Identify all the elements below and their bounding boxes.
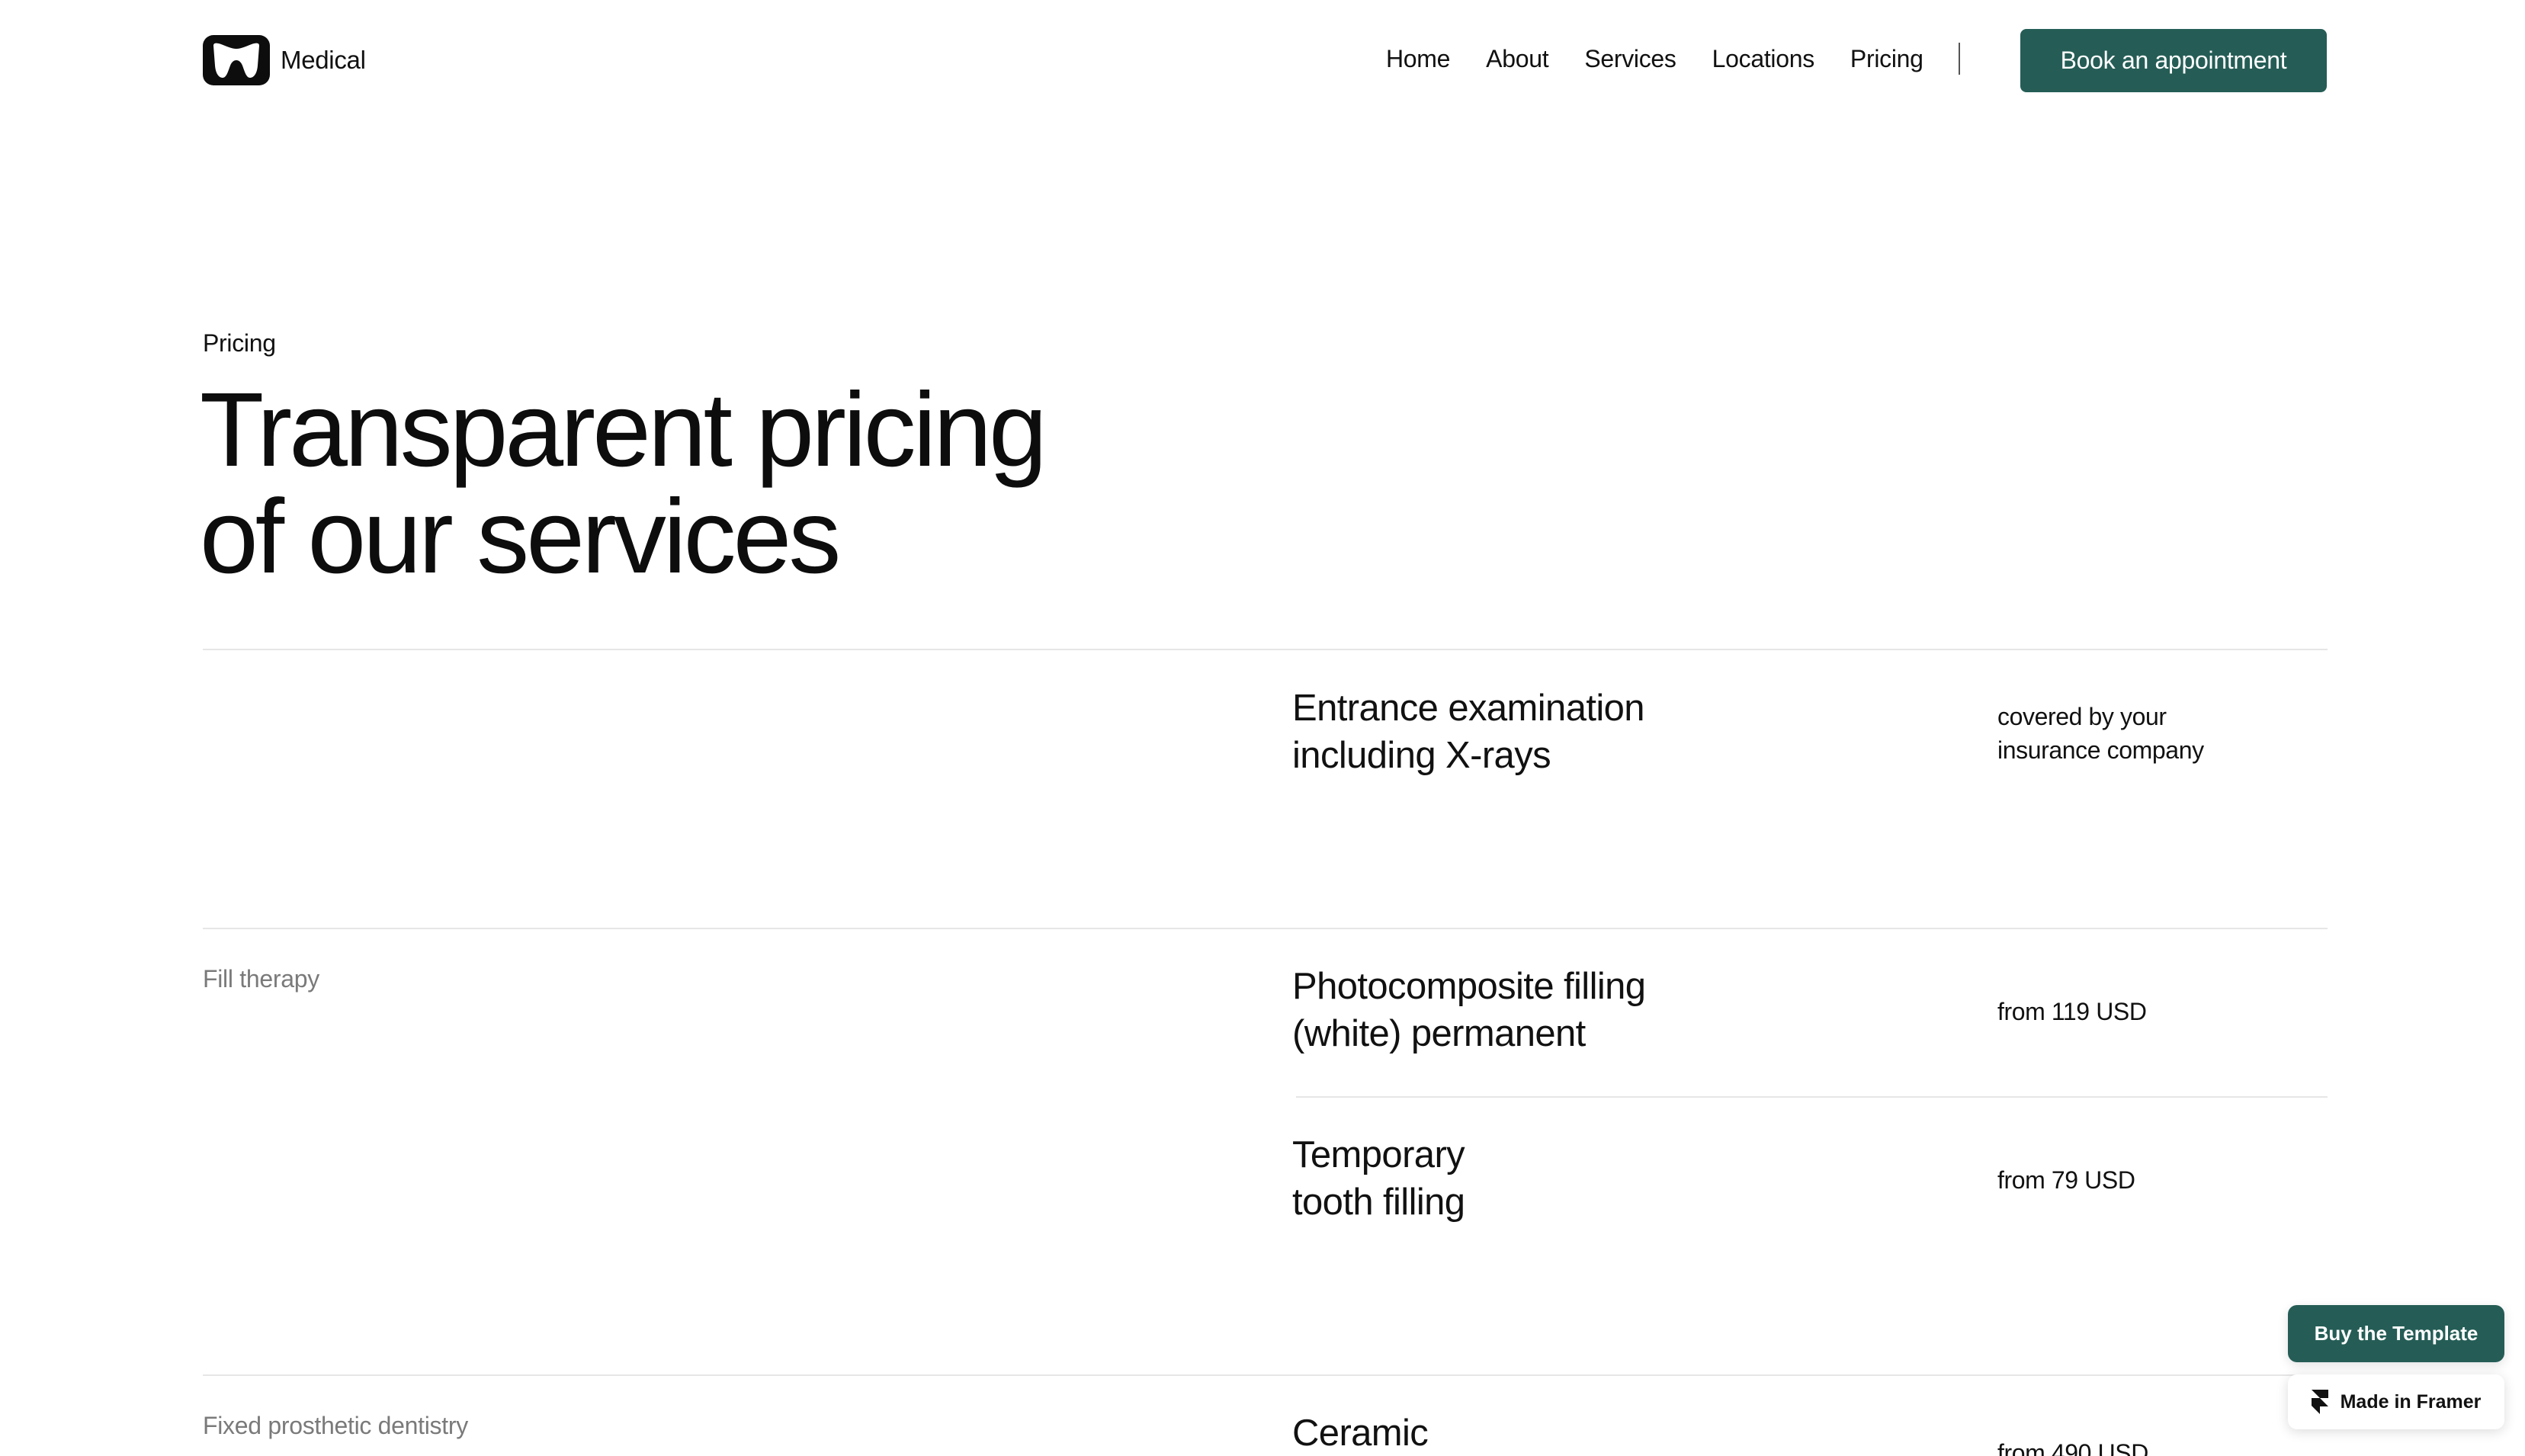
category-label: Fill therapy xyxy=(203,965,319,993)
page: Medical Home About Services Locations Pr… xyxy=(0,0,2525,1456)
made-in-framer-label: Made in Framer xyxy=(2340,1390,2482,1413)
nav-home[interactable]: Home xyxy=(1386,45,1450,73)
page-title-line-2: of our services xyxy=(200,478,841,595)
tooth-logo-icon xyxy=(203,35,270,85)
service-price: from 490 USD xyxy=(1997,1439,2148,1456)
logo[interactable]: Medical xyxy=(203,35,366,85)
main-nav: Home About Services Locations Pricing xyxy=(1386,43,1997,75)
service-name: Entrance examination including X-rays xyxy=(1292,688,1645,776)
service-name: Ceramic xyxy=(1292,1413,1429,1454)
service-name: Photocomposite filling (white) permanent xyxy=(1292,966,1646,1054)
category-label: Fixed prosthetic dentistry xyxy=(203,1412,468,1439)
service-price: from 79 USD xyxy=(1997,1166,2135,1194)
item-divider xyxy=(1296,1096,2328,1098)
page-title-line-1: Transparent pricing xyxy=(200,371,1048,489)
page-title: Transparent pricing of our services xyxy=(200,377,1191,590)
nav-about[interactable]: About xyxy=(1486,45,1548,73)
group-divider xyxy=(203,649,2328,650)
group-divider xyxy=(203,1374,2328,1376)
section-eyebrow: Pricing xyxy=(203,329,276,357)
group-divider xyxy=(203,928,2328,929)
nav-divider xyxy=(1958,43,1960,75)
nav-locations[interactable]: Locations xyxy=(1712,45,1815,73)
service-name: Temporary tooth filling xyxy=(1292,1134,1465,1223)
framer-icon xyxy=(2311,1390,2328,1414)
nav-services[interactable]: Services xyxy=(1584,45,1676,73)
brand-name: Medical xyxy=(281,46,366,74)
book-appointment-button[interactable]: Book an appointment xyxy=(2020,29,2327,92)
service-price: from 119 USD xyxy=(1997,998,2147,1025)
nav-pricing[interactable]: Pricing xyxy=(1850,45,1923,73)
service-price: covered by your insurance company xyxy=(1997,703,2204,764)
buy-template-button[interactable]: Buy the Template xyxy=(2288,1305,2504,1362)
made-in-framer-badge[interactable]: Made in Framer xyxy=(2288,1374,2504,1429)
